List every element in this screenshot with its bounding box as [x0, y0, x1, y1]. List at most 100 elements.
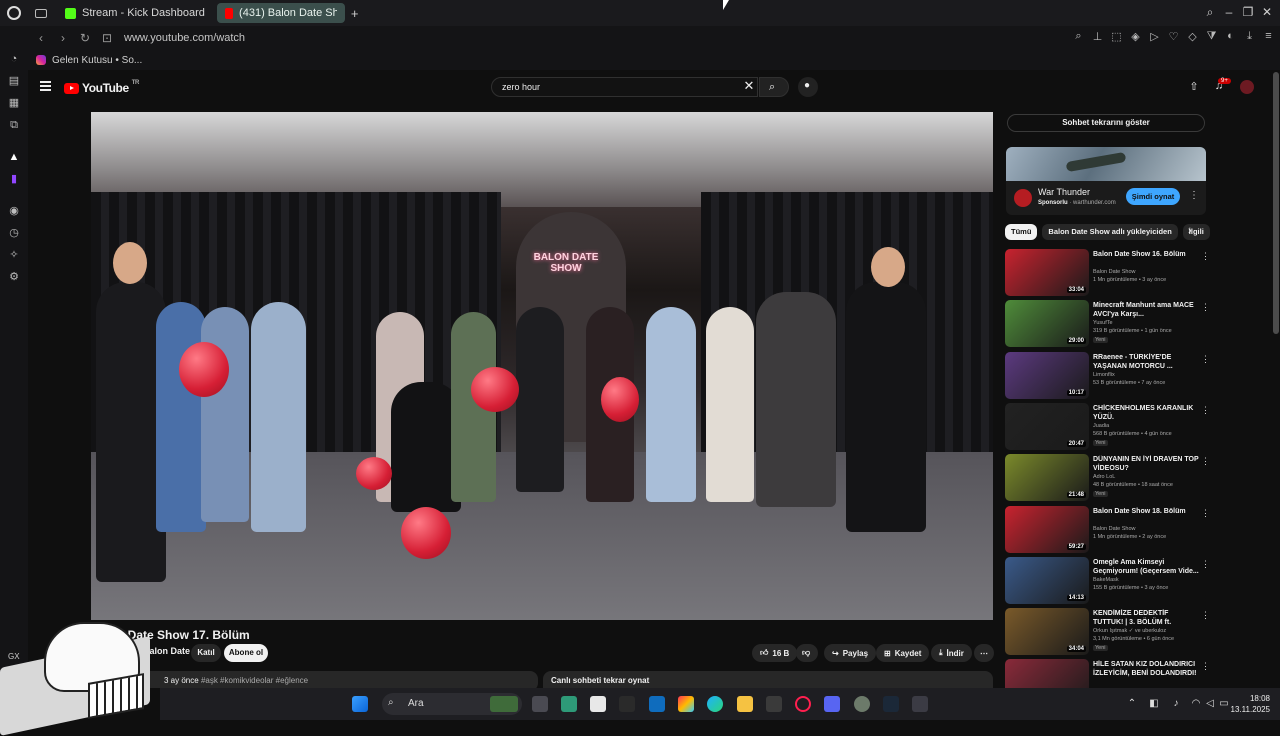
search-button[interactable]: ⌕ — [759, 77, 789, 97]
recommendation-channel[interactable]: BakeMask — [1093, 577, 1119, 583]
like-button[interactable]: 👍︎ 16 B — [752, 644, 798, 662]
url-field[interactable]: www.youtube.com/watch — [124, 32, 245, 44]
recommendation-item[interactable]: 33:04 Balon Date Show 16. Bölüm Balon Date… — [1005, 249, 1215, 299]
reload-icon[interactable]: ↻ — [76, 31, 94, 45]
download-icon[interactable]: ⤓ — [1244, 30, 1255, 44]
app-icon[interactable] — [619, 696, 635, 712]
file-icon[interactable] — [590, 696, 606, 712]
recommendation-more-icon[interactable]: ⋮ — [1201, 354, 1210, 365]
opera-gx-icon[interactable] — [795, 696, 811, 712]
recommendation-title[interactable]: KENDİMİZE DEDEKTİF TUTTUK! | 3. BÖLÜM ft… — [1093, 609, 1199, 627]
recommendation-item[interactable]: 59:27 Balon Date Show 18. Bölüm Balon Date… — [1005, 505, 1215, 556]
ad-play-now-button[interactable]: Şimdi oynat — [1126, 188, 1180, 205]
cube-icon[interactable]: ◇ — [1187, 30, 1198, 44]
voice-search-button[interactable]: ● — [798, 77, 818, 97]
video-thumbnail[interactable]: 34:04 — [1005, 608, 1089, 656]
tab-kick-dashboard[interactable]: Stream - Kick Dashboard — [57, 3, 213, 23]
task-view-icon[interactable] — [532, 696, 548, 712]
ad-more-icon[interactable]: ⋮ — [1189, 190, 1199, 201]
share-button[interactable]: ↪ Paylaş — [824, 644, 877, 662]
tab-youtube-video[interactable]: (431) Balon Date Show 17. — [216, 3, 345, 23]
download-button[interactable]: ⤓ İndir — [931, 644, 972, 662]
recommendation-item[interactable]: 20:47 CHİCKENHOLMES KARANLIK YÜZÜ. Juadia 5… — [1005, 402, 1215, 453]
edge-icon[interactable] — [707, 696, 723, 712]
dislike-button[interactable]: 👎︎ — [796, 644, 818, 662]
video-player[interactable]: BALON DATE SHOW — [91, 112, 993, 620]
page-scrollbar[interactable] — [1273, 72, 1279, 334]
more-actions-button[interactable]: ⋯ — [974, 644, 994, 662]
recommendation-item[interactable]: 21:48 DÜNYANIN EN İYİ DRAVEN TOP VİDEOSU?… — [1005, 454, 1215, 504]
video-thumbnail[interactable]: 59:27 — [1005, 505, 1089, 553]
recommendation-title[interactable]: RRaenee - TÜRKİYE'DE YAŞANAN MOTORCU ... — [1093, 353, 1199, 371]
tray-mic-icon[interactable]: ♪ — [1170, 698, 1182, 710]
extensions-icon[interactable]: ⧉ — [7, 118, 21, 132]
settings-icon[interactable]: ⚙ — [7, 270, 21, 284]
taskbar-widget-icon[interactable] — [490, 696, 518, 712]
copilot-icon[interactable] — [678, 696, 694, 712]
minimize-icon[interactable]: – — [1222, 5, 1236, 19]
description-tags[interactable]: #aşk #komikvideolar #eğlence — [201, 676, 308, 685]
video-thumbnail[interactable]: 14:13 — [1005, 556, 1089, 604]
recommendation-more-icon[interactable]: ⋮ — [1201, 405, 1210, 416]
recommendation-more-icon[interactable]: ⋮ — [1201, 251, 1210, 262]
show-chat-replay-button[interactable]: Sohbet tekrarını göster — [1007, 114, 1205, 132]
file-explorer-icon[interactable] — [737, 696, 753, 712]
clock-time[interactable]: 18:08 — [1230, 694, 1270, 703]
search-tabs-icon[interactable]: ⌕ — [1203, 5, 1217, 19]
clear-search-icon[interactable]: ✕ — [742, 79, 756, 93]
snapshot-icon[interactable]: ⬚ — [1111, 30, 1122, 44]
recommendation-title[interactable]: CHİCKENHOLMES KARANLIK YÜZÜ. — [1093, 404, 1199, 422]
obs-icon[interactable] — [912, 696, 928, 712]
recommendation-channel[interactable]: YusufTe — [1093, 320, 1113, 326]
recommendation-title[interactable]: Omegle Ama Kimseyi Geçmiyorum! (Geçersem… — [1093, 558, 1199, 576]
ad-card[interactable]: War Thunder Sponsorlu · warthunder.com Ş… — [1006, 181, 1206, 215]
twitch-icon[interactable]: ▮ — [7, 172, 21, 186]
video-thumbnail[interactable]: 21:48 — [1005, 454, 1089, 502]
pin-icon[interactable]: ⊥ — [1092, 30, 1103, 44]
hamburger-menu-icon[interactable] — [40, 81, 51, 91]
app-icon[interactable] — [561, 696, 577, 712]
create-upload-icon[interactable]: ⇧ — [1187, 80, 1201, 94]
recommendation-title[interactable]: Minecraft Manhunt ama MACE AVCI'ya Karşı… — [1093, 301, 1199, 319]
outlook-icon[interactable] — [649, 696, 665, 712]
tab-island-icon[interactable] — [35, 8, 47, 18]
maximize-icon[interactable]: ❐ — [1241, 5, 1255, 19]
recommendation-more-icon[interactable]: ⋮ — [1201, 661, 1210, 672]
save-button[interactable]: ⊞ Kaydet — [876, 644, 930, 662]
wifi-icon[interactable]: ◠ — [1190, 698, 1202, 710]
video-popout-icon[interactable]: ▷ — [1149, 30, 1160, 44]
player-icon[interactable]: ◉ — [7, 204, 21, 218]
video-thumbnail[interactable] — [1005, 659, 1089, 688]
recommendation-more-icon[interactable]: ⋮ — [1201, 610, 1210, 621]
back-icon[interactable]: ‹ — [32, 31, 50, 45]
menu-icon[interactable]: ≡ — [1263, 30, 1274, 44]
recommendation-channel[interactable]: Orkun Işıtmak ✓ ve uberkuloz — [1093, 628, 1166, 634]
avatar[interactable] — [1240, 80, 1254, 94]
ad-banner-image[interactable] — [1006, 147, 1206, 181]
video-thumbnail[interactable]: 33:04 — [1005, 249, 1089, 296]
recommendation-title[interactable]: HİLE SATAN KIZ DOLANDIRICI İZLEYİCİM, BE… — [1093, 660, 1199, 678]
video-thumbnail[interactable]: 10:17 — [1005, 351, 1089, 399]
youtube-logo[interactable]: YouTube TR — [64, 80, 139, 95]
tray-chevron-icon[interactable]: ⌃ — [1126, 698, 1138, 710]
chip-uploader[interactable]: Balon Date Show adlı yükleyiciden — [1042, 224, 1178, 240]
gx-corner-icon[interactable]: ▦ — [7, 96, 21, 110]
news-icon[interactable]: ▤ — [7, 74, 21, 88]
puzzle-icon[interactable]: ⧩ — [1206, 30, 1217, 44]
recommendation-more-icon[interactable]: ⋮ — [1201, 508, 1210, 519]
new-tab-icon[interactable]: + — [351, 6, 359, 21]
tray-app-icon[interactable]: ◧ — [1148, 698, 1160, 710]
discord-icon[interactable] — [824, 696, 840, 712]
recommendation-more-icon[interactable]: ⋮ — [1201, 559, 1210, 570]
app-icon[interactable] — [854, 696, 870, 712]
windows-start-icon[interactable] — [352, 696, 368, 712]
recommendation-item[interactable]: 10:17 RRaenee - TÜRKİYE'DE YAŞANAN MOTORC… — [1005, 351, 1215, 402]
account-icon[interactable]: ◐ — [1225, 30, 1236, 44]
chevron-right-icon[interactable]: › — [1188, 225, 1192, 237]
recommendation-title[interactable]: Balon Date Show 16. Bölüm — [1093, 250, 1199, 259]
recommendation-item[interactable]: 34:04 KENDİMİZE DEDEKTİF TUTTUK! | 3. BÖL… — [1005, 608, 1215, 658]
store-icon[interactable] — [766, 696, 782, 712]
history-icon[interactable]: ◷ — [7, 226, 21, 240]
search-input[interactable]: zero hour — [491, 77, 758, 97]
recommendation-channel[interactable]: Adro LoL — [1093, 474, 1115, 480]
